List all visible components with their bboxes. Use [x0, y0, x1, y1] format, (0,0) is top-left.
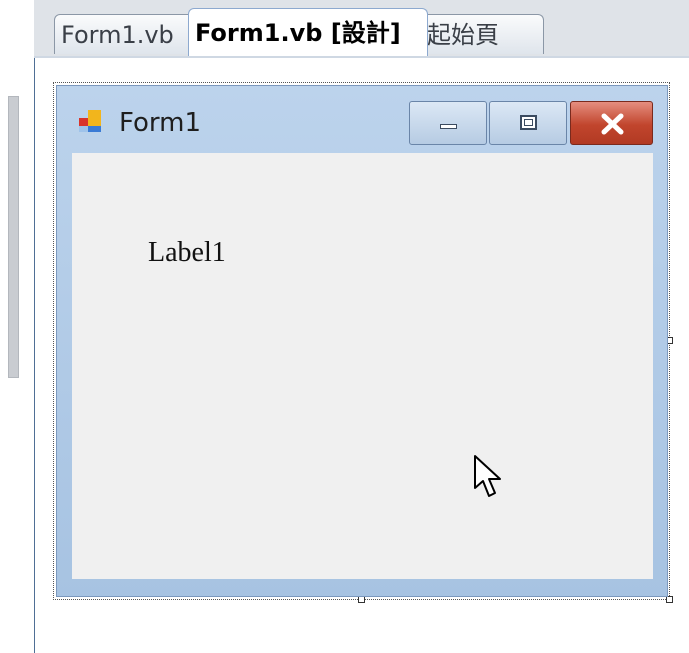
minimize-button[interactable]: [409, 101, 487, 145]
label1-control[interactable]: Label1: [148, 237, 226, 269]
mouse-cursor-icon: [474, 455, 501, 497]
resize-handle-corner[interactable]: [666, 596, 673, 603]
minimize-icon: [440, 124, 457, 129]
form-title: Form1: [119, 108, 202, 138]
resize-handle-bottom[interactable]: [358, 596, 365, 603]
close-icon: [601, 113, 624, 135]
left-scrollbar[interactable]: [8, 96, 19, 378]
maximize-icon: [520, 115, 537, 130]
close-button[interactable]: [570, 101, 653, 145]
tab-label: Form1.vb: [61, 21, 174, 49]
document-tab-strip: Form1.vb 起始頁 Form1.vb [設計]: [34, 0, 689, 58]
tab-label: Form1.vb [設計]: [195, 19, 401, 47]
maximize-button[interactable]: [489, 101, 567, 145]
tab-form1-design[interactable]: Form1.vb [設計]: [188, 8, 428, 56]
form-app-icon: [79, 110, 101, 132]
designed-form[interactable]: Form1 Label1: [56, 85, 668, 597]
left-panel: [0, 0, 34, 653]
form-titlebar[interactable]: Form1: [57, 86, 667, 152]
tab-form1-code[interactable]: Form1.vb: [54, 14, 202, 54]
tab-start-page[interactable]: 起始頁: [420, 14, 544, 54]
form-client-area[interactable]: Label1: [72, 153, 653, 579]
tab-label: 起始頁: [427, 21, 499, 49]
